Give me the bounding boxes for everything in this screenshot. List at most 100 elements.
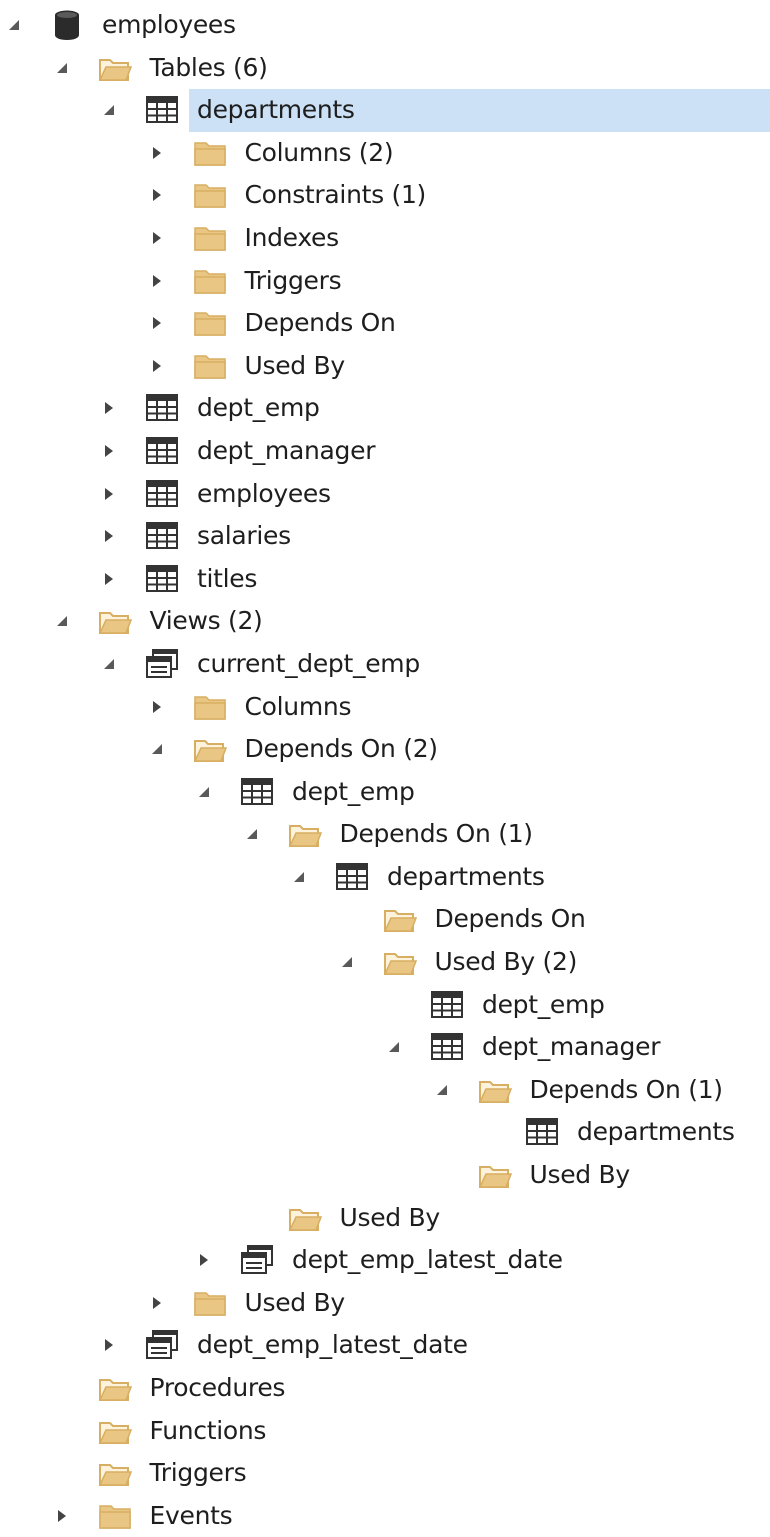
tree-node-salaries[interactable]: salaries — [0, 515, 770, 558]
tree-node-departments[interactable]: departments — [0, 1111, 770, 1154]
tree-node-label: Views (2) — [149, 606, 263, 636]
collapse-arrow-icon[interactable] — [386, 1039, 402, 1055]
expand-arrow-icon[interactable] — [196, 1252, 212, 1268]
expand-arrow-icon[interactable] — [149, 1295, 165, 1311]
tree-node-label: Depends On (2) — [244, 734, 439, 764]
tree-node-dept-emp-latest-date[interactable]: dept_emp_latest_date — [0, 1239, 770, 1282]
tree-node-label: dept_manager — [197, 435, 376, 465]
tree-node-dept-emp[interactable]: dept_emp — [0, 771, 770, 814]
expand-arrow-icon[interactable] — [101, 443, 117, 459]
folder-open-icon — [288, 1202, 322, 1234]
tree-node-used-by-2[interactable]: Used By (2) — [0, 941, 770, 984]
tree-node-departments[interactable]: departments — [0, 856, 770, 899]
tree-node-employees[interactable]: employees — [0, 473, 770, 516]
view-icon — [240, 1244, 274, 1276]
tree-node-views-2[interactable]: Views (2) — [0, 600, 770, 643]
table-icon — [240, 776, 274, 808]
tree-node-triggers[interactable]: Triggers — [0, 260, 770, 303]
tree-node-label: Indexes — [244, 222, 340, 252]
tree-node-dept-emp[interactable]: dept_emp — [0, 387, 770, 430]
collapse-arrow-icon[interactable] — [339, 954, 355, 970]
tree-node-label: employees — [197, 478, 331, 508]
tree-node-tables-6[interactable]: Tables (6) — [0, 47, 770, 90]
tree-node-depends-on[interactable]: Depends On — [0, 302, 770, 345]
tree-node-label: Depends On — [244, 308, 396, 338]
folder-open-icon — [98, 1415, 132, 1447]
tree-node-columns[interactable]: Columns — [0, 686, 770, 729]
tree-node-label: Triggers — [149, 1458, 247, 1488]
expand-arrow-icon[interactable] — [101, 400, 117, 416]
expand-arrow-icon[interactable] — [149, 187, 165, 203]
folder-open-icon — [98, 1457, 132, 1489]
folder-icon — [193, 179, 227, 211]
tree-node-label: titles — [197, 563, 258, 593]
collapse-arrow-icon[interactable] — [244, 826, 260, 842]
view-icon — [145, 1329, 179, 1361]
expand-arrow-icon[interactable] — [149, 230, 165, 246]
tree-node-depends-on-1[interactable]: Depends On (1) — [0, 1069, 770, 1112]
tree-node-used-by[interactable]: Used By — [0, 1197, 770, 1240]
tree-node-depends-on-1[interactable]: Depends On (1) — [0, 813, 770, 856]
collapse-arrow-icon[interactable] — [54, 60, 70, 76]
table-icon — [145, 392, 179, 424]
folder-icon — [193, 137, 227, 169]
tree-node-titles[interactable]: titles — [0, 558, 770, 601]
expand-arrow-icon[interactable] — [149, 145, 165, 161]
expand-arrow-icon[interactable] — [149, 273, 165, 289]
tree-node-label: departments — [387, 861, 545, 891]
folder-open-icon — [98, 52, 132, 84]
collapse-arrow-icon[interactable] — [291, 869, 307, 885]
tree-node-label: Tables (6) — [149, 52, 268, 82]
folder-open-icon — [193, 733, 227, 765]
collapse-arrow-icon[interactable] — [54, 613, 70, 629]
tree-node-procedures[interactable]: Procedures — [0, 1367, 770, 1410]
tree-node-label: Triggers — [244, 265, 342, 295]
folder-icon — [193, 307, 227, 339]
tree-node-depends-on-2[interactable]: Depends On (2) — [0, 728, 770, 771]
expand-arrow-icon[interactable] — [149, 358, 165, 374]
tree-node-depends-on[interactable]: Depends On — [0, 898, 770, 941]
collapse-arrow-icon[interactable] — [434, 1082, 450, 1098]
expand-arrow-icon[interactable] — [101, 571, 117, 587]
expand-arrow-icon[interactable] — [101, 1337, 117, 1353]
tree-node-dept-manager[interactable]: dept_manager — [0, 430, 770, 473]
tree-node-used-by[interactable]: Used By — [0, 1282, 770, 1325]
folder-icon — [193, 691, 227, 723]
expand-arrow-icon[interactable] — [101, 528, 117, 544]
tree-node-label: Used By — [339, 1202, 441, 1232]
table-icon — [145, 478, 179, 510]
tree-node-employees[interactable]: employees — [0, 4, 770, 47]
table-icon — [145, 563, 179, 595]
tree-node-columns-2[interactable]: Columns (2) — [0, 132, 770, 175]
tree-node-label: dept_emp — [292, 776, 415, 806]
tree-node-constraints-1[interactable]: Constraints (1) — [0, 174, 770, 217]
tree-node-current-dept-emp[interactable]: current_dept_emp — [0, 643, 770, 686]
expand-arrow-icon[interactable] — [101, 486, 117, 502]
tree-node-used-by[interactable]: Used By — [0, 1154, 770, 1197]
tree-node-dept-manager[interactable]: dept_manager — [0, 1026, 770, 1069]
expand-arrow-icon[interactable] — [149, 315, 165, 331]
collapse-arrow-icon[interactable] — [149, 741, 165, 757]
folder-icon — [193, 265, 227, 297]
collapse-arrow-icon[interactable] — [6, 17, 22, 33]
folder-open-icon — [98, 605, 132, 637]
tree-node-label: Functions — [149, 1415, 267, 1445]
folder-open-icon — [288, 818, 322, 850]
tree-node-used-by[interactable]: Used By — [0, 345, 770, 388]
tree-node-label: dept_emp — [197, 393, 320, 423]
expand-arrow-icon[interactable] — [149, 699, 165, 715]
tree-node-functions[interactable]: Functions — [0, 1410, 770, 1453]
tree-node-indexes[interactable]: Indexes — [0, 217, 770, 260]
tree-node-dept-emp[interactable]: dept_emp — [0, 984, 770, 1027]
tree-node-label: Depends On (1) — [529, 1074, 724, 1104]
collapse-arrow-icon[interactable] — [101, 102, 117, 118]
table-icon — [335, 861, 369, 893]
tree-node-events[interactable]: Events — [0, 1495, 770, 1537]
collapse-arrow-icon[interactable] — [196, 784, 212, 800]
collapse-arrow-icon[interactable] — [101, 656, 117, 672]
tree-node-dept-emp-latest-date[interactable]: dept_emp_latest_date — [0, 1324, 770, 1367]
tree-node-departments[interactable]: departments — [0, 89, 770, 132]
tree-node-triggers[interactable]: Triggers — [0, 1452, 770, 1495]
expand-arrow-icon[interactable] — [54, 1508, 70, 1524]
tree-node-label: employees — [102, 10, 236, 39]
